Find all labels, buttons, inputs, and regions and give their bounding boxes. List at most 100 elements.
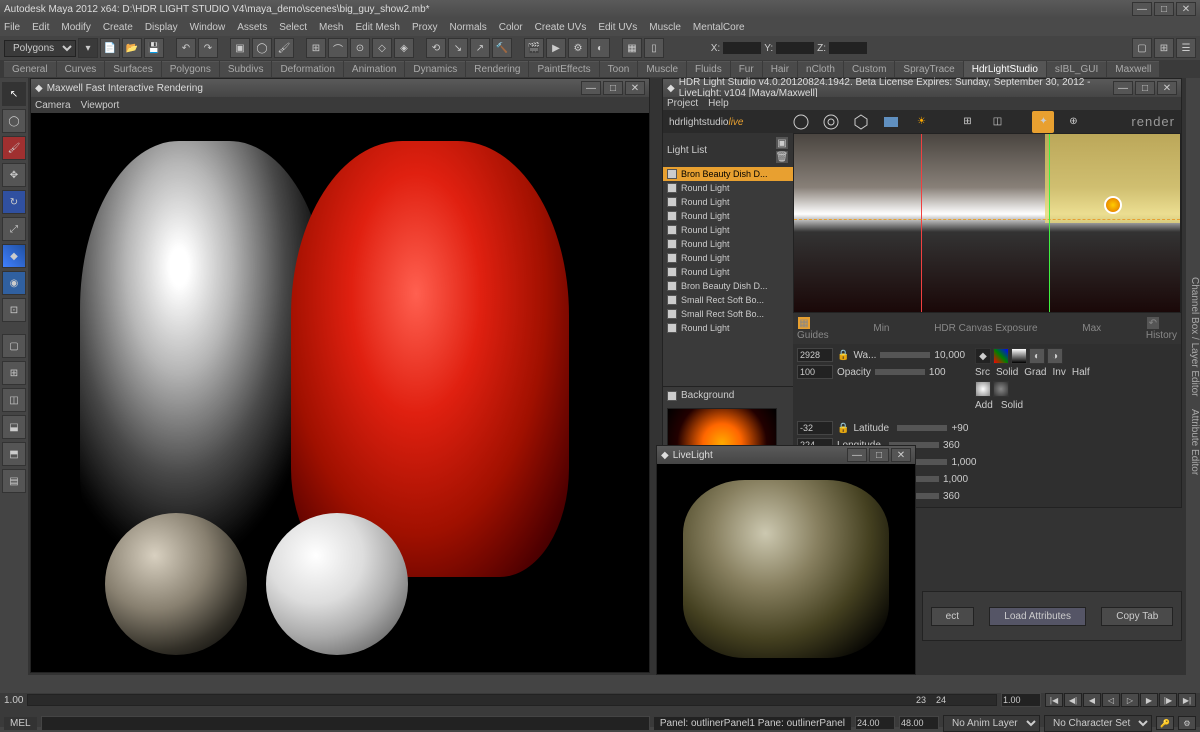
- history-toggle-icon[interactable]: ↶: [1146, 316, 1160, 330]
- load-attributes-button[interactable]: Load Attributes: [989, 607, 1086, 626]
- livelight-view[interactable]: [657, 464, 915, 674]
- render-icon[interactable]: 🎬: [524, 38, 544, 58]
- manip-tool-icon[interactable]: ◆: [2, 244, 26, 268]
- light-item[interactable]: Round Light: [663, 209, 793, 223]
- new-scene-icon[interactable]: 📄: [100, 38, 120, 58]
- layout-icon[interactable]: ▦: [622, 38, 642, 58]
- goto-end-icon[interactable]: ▶|: [1178, 693, 1196, 707]
- persp-outliner-icon[interactable]: ◫: [2, 388, 26, 412]
- select-button[interactable]: ect: [931, 607, 974, 626]
- menu-create[interactable]: Create: [103, 22, 133, 33]
- tab-maxwell[interactable]: Maxwell: [1107, 61, 1159, 77]
- range-start-input[interactable]: [1001, 693, 1041, 707]
- single-view-icon[interactable]: ▢: [2, 334, 26, 358]
- blend-src-icon[interactable]: ◆: [975, 348, 991, 364]
- hdr-titlebar[interactable]: ◆ HDR Light Studio v4.0.20120824.1942. B…: [663, 79, 1181, 97]
- snap-plane-icon[interactable]: ◇: [372, 38, 392, 58]
- light-item[interactable]: Bron Beauty Dish D...: [663, 167, 793, 181]
- solid-mode-icon[interactable]: [993, 381, 1009, 397]
- livelight-titlebar[interactable]: ◆ LiveLight — □ ✕: [657, 446, 915, 464]
- close-button[interactable]: ✕: [1176, 2, 1196, 16]
- four-view-icon[interactable]: ⊞: [2, 361, 26, 385]
- blend-inv-icon[interactable]: ◐: [1029, 348, 1045, 364]
- hypershade-persp-icon[interactable]: ⬓: [2, 415, 26, 439]
- light-item[interactable]: Bron Beauty Dish D...: [663, 279, 793, 293]
- copy-tab-button[interactable]: Copy Tab: [1101, 607, 1173, 626]
- persp-graph-icon[interactable]: ⬒: [2, 442, 26, 466]
- opacity-slider[interactable]: [875, 369, 925, 375]
- menu-edit-uvs[interactable]: Edit UVs: [598, 22, 637, 33]
- snap-curve-icon[interactable]: ⌒: [328, 38, 348, 58]
- tab-curves[interactable]: Curves: [57, 61, 105, 77]
- construction-icon[interactable]: 🔨: [492, 38, 512, 58]
- watts-slider[interactable]: [880, 352, 930, 358]
- maxwell-minimize-button[interactable]: —: [581, 81, 601, 95]
- guides-toggle-icon[interactable]: ▦: [797, 316, 811, 330]
- snap-point-icon[interactable]: ⊙: [350, 38, 370, 58]
- delete-light-icon[interactable]: 🗑: [775, 150, 789, 164]
- livelight-maximize-button[interactable]: □: [869, 448, 889, 462]
- tab-animation[interactable]: Animation: [344, 61, 404, 77]
- light-visibility-checkbox[interactable]: [667, 253, 677, 263]
- round-light-icon[interactable]: [790, 111, 812, 133]
- layout-single-icon[interactable]: ▢: [1132, 38, 1152, 58]
- maxwell-maximize-button[interactable]: □: [603, 81, 623, 95]
- light-visibility-checkbox[interactable]: [667, 281, 677, 291]
- redo-icon[interactable]: ↷: [198, 38, 218, 58]
- coord-y-input[interactable]: [775, 41, 815, 55]
- mel-label[interactable]: MEL: [4, 717, 37, 730]
- menu-display[interactable]: Display: [145, 22, 178, 33]
- tab-custom[interactable]: Custom: [844, 61, 894, 77]
- hdr-minimize-button[interactable]: —: [1113, 81, 1133, 95]
- last-tool-icon[interactable]: ⊡: [2, 298, 26, 322]
- light-item[interactable]: Round Light: [663, 321, 793, 335]
- maxwell-render-view[interactable]: [31, 113, 649, 672]
- blend-half-icon[interactable]: ◑: [1047, 348, 1063, 364]
- range-end2-input[interactable]: [899, 716, 939, 730]
- tab-muscle[interactable]: Muscle: [638, 61, 686, 77]
- rotate-tool-icon[interactable]: ↻: [2, 190, 26, 214]
- hdr-menu-project[interactable]: Project: [667, 98, 698, 109]
- menu-assets[interactable]: Assets: [237, 22, 267, 33]
- light-visibility-checkbox[interactable]: [667, 295, 677, 305]
- livelight-minimize-button[interactable]: —: [847, 448, 867, 462]
- light-item[interactable]: Round Light: [663, 237, 793, 251]
- light-item[interactable]: Small Rect Soft Bo...: [663, 293, 793, 307]
- light-visibility-checkbox[interactable]: [667, 239, 677, 249]
- undo-icon[interactable]: ↶: [176, 38, 196, 58]
- tab-polygons[interactable]: Polygons: [162, 61, 219, 77]
- snap-grid-icon[interactable]: ⊞: [306, 38, 326, 58]
- menu-modify[interactable]: Modify: [61, 22, 90, 33]
- maximize-button[interactable]: □: [1154, 2, 1174, 16]
- light-visibility-checkbox[interactable]: [667, 169, 677, 179]
- maxwell-menu-viewport[interactable]: Viewport: [81, 100, 120, 111]
- open-scene-icon[interactable]: 📂: [122, 38, 142, 58]
- menu-mesh[interactable]: Mesh: [319, 22, 343, 33]
- menu-color[interactable]: Color: [499, 22, 523, 33]
- hdr-render-button[interactable]: render: [1131, 114, 1175, 129]
- menu-edit[interactable]: Edit: [32, 22, 49, 33]
- paint-tool-icon[interactable]: 🖌: [2, 136, 26, 160]
- livelight-close-button[interactable]: ✕: [891, 448, 911, 462]
- tab-subdivs[interactable]: Subdivs: [220, 61, 272, 77]
- history-icon[interactable]: ⟲: [426, 38, 446, 58]
- add-mode-icon[interactable]: [975, 381, 991, 397]
- minimize-button[interactable]: —: [1132, 2, 1152, 16]
- tab-toon[interactable]: Toon: [600, 61, 638, 77]
- menu-select[interactable]: Select: [279, 22, 307, 33]
- light-visibility-checkbox[interactable]: [667, 183, 677, 193]
- tab-ncloth[interactable]: nCloth: [798, 61, 843, 77]
- light-visibility-checkbox[interactable]: [667, 211, 677, 221]
- anim-layer-select[interactable]: No Anim Layer: [943, 715, 1040, 732]
- tab-fur[interactable]: Fur: [731, 61, 762, 77]
- hdr-maximize-button[interactable]: □: [1135, 81, 1155, 95]
- light-item[interactable]: Round Light: [663, 251, 793, 265]
- tab-painteffects[interactable]: PaintEffects: [529, 61, 598, 77]
- snap-live-icon[interactable]: ◈: [394, 38, 414, 58]
- mode-select[interactable]: Polygons: [4, 40, 76, 57]
- light-visibility-checkbox[interactable]: [667, 323, 677, 333]
- light-item[interactable]: Round Light: [663, 195, 793, 209]
- tab-sibl[interactable]: sIBL_GUI: [1047, 61, 1106, 77]
- step-back-key-icon[interactable]: ◀|: [1064, 693, 1082, 707]
- picture-light-icon[interactable]: [880, 111, 902, 133]
